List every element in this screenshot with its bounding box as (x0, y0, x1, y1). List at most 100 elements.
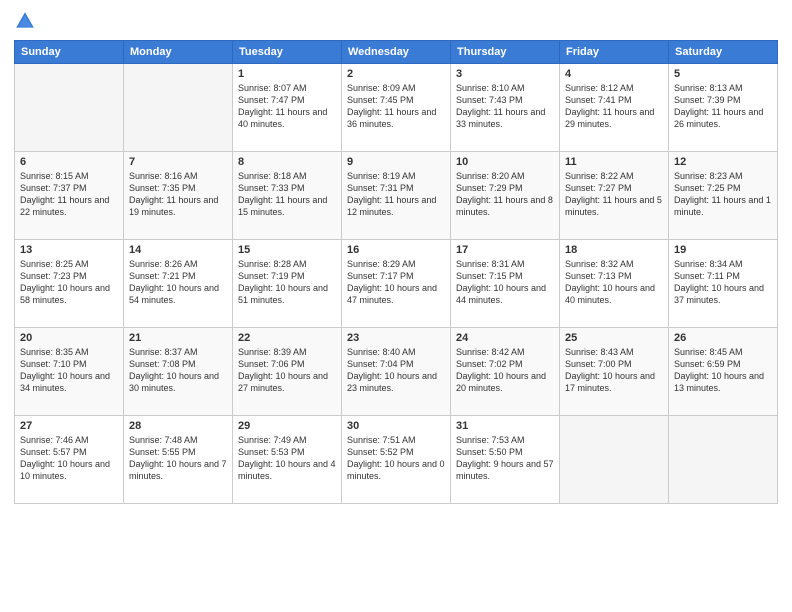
day-number: 7 (129, 156, 227, 168)
logo-icon (14, 10, 36, 32)
cell-info: Sunrise: 8:45 AMSunset: 6:59 PMDaylight:… (674, 346, 772, 395)
cell-info: Sunrise: 8:40 AMSunset: 7:04 PMDaylight:… (347, 346, 445, 395)
cell-info: Sunrise: 8:28 AMSunset: 7:19 PMDaylight:… (238, 258, 336, 307)
day-number: 31 (456, 420, 554, 432)
cell-info: Sunrise: 8:23 AMSunset: 7:25 PMDaylight:… (674, 170, 772, 219)
calendar-cell: 16 Sunrise: 8:29 AMSunset: 7:17 PMDayligh… (342, 240, 451, 328)
day-number: 26 (674, 332, 772, 344)
cell-info: Sunrise: 8:32 AMSunset: 7:13 PMDaylight:… (565, 258, 663, 307)
day-number: 12 (674, 156, 772, 168)
cell-info: Sunrise: 8:13 AMSunset: 7:39 PMDaylight:… (674, 82, 772, 131)
cell-info: Sunrise: 8:18 AMSunset: 7:33 PMDaylight:… (238, 170, 336, 219)
cell-info: Sunrise: 8:42 AMSunset: 7:02 PMDaylight:… (456, 346, 554, 395)
cell-info: Sunrise: 7:48 AMSunset: 5:55 PMDaylight:… (129, 434, 227, 483)
calendar-cell: 28 Sunrise: 7:48 AMSunset: 5:55 PMDayligh… (124, 416, 233, 504)
calendar-cell: 19 Sunrise: 8:34 AMSunset: 7:11 PMDayligh… (669, 240, 778, 328)
day-number: 16 (347, 244, 445, 256)
cell-info: Sunrise: 8:10 AMSunset: 7:43 PMDaylight:… (456, 82, 554, 131)
cell-info: Sunrise: 7:49 AMSunset: 5:53 PMDaylight:… (238, 434, 336, 483)
day-header-tuesday: Tuesday (233, 41, 342, 64)
day-header-sunday: Sunday (15, 41, 124, 64)
calendar-cell: 12 Sunrise: 8:23 AMSunset: 7:25 PMDayligh… (669, 152, 778, 240)
day-number: 19 (674, 244, 772, 256)
calendar-cell: 4Sunrise: 8:12 AMSunset: 7:41 PMDaylight… (560, 64, 669, 152)
week-row-1: 1 Sunrise: 8:07 AMSunset: 7:47 PMDaylight… (15, 64, 778, 152)
calendar-cell: 22 Sunrise: 8:39 AMSunset: 7:06 PMDayligh… (233, 328, 342, 416)
day-number: 21 (129, 332, 227, 344)
day-number: 14 (129, 244, 227, 256)
calendar-cell: 24 Sunrise: 8:42 AMSunset: 7:02 PMDayligh… (451, 328, 560, 416)
day-header-saturday: Saturday (669, 41, 778, 64)
cell-info: Sunrise: 8:09 AMSunset: 7:45 PMDaylight:… (347, 82, 445, 131)
day-number: 5 (674, 68, 772, 80)
day-number: 30 (347, 420, 445, 432)
day-number: 18 (565, 244, 663, 256)
calendar-cell: 6 Sunrise: 8:15 AMSunset: 7:37 PMDaylight… (15, 152, 124, 240)
cell-info: Sunrise: 7:46 AMSunset: 5:57 PMDaylight:… (20, 434, 118, 483)
calendar-cell (669, 416, 778, 504)
calendar-cell: 23 Sunrise: 8:40 AMSunset: 7:04 PMDayligh… (342, 328, 451, 416)
day-number: 17 (456, 244, 554, 256)
cell-info: Sunrise: 8:35 AMSunset: 7:10 PMDaylight:… (20, 346, 118, 395)
calendar-cell: 3 Sunrise: 8:10 AMSunset: 7:43 PMDaylight… (451, 64, 560, 152)
calendar-cell (560, 416, 669, 504)
calendar-cell: 10 Sunrise: 8:20 AMSunset: 7:29 PMDayligh… (451, 152, 560, 240)
header (14, 10, 778, 32)
day-number: 11 (565, 156, 663, 168)
cell-info: Sunrise: 8:20 AMSunset: 7:29 PMDaylight:… (456, 170, 554, 219)
cell-info: Sunrise: 8:43 AMSunset: 7:00 PMDaylight:… (565, 346, 663, 395)
day-number: 1 (238, 68, 336, 80)
day-number: 27 (20, 420, 118, 432)
calendar-cell: 25 Sunrise: 8:43 AMSunset: 7:00 PMDayligh… (560, 328, 669, 416)
calendar-cell: 29 Sunrise: 7:49 AMSunset: 5:53 PMDayligh… (233, 416, 342, 504)
calendar-cell: 8 Sunrise: 8:18 AMSunset: 7:33 PMDaylight… (233, 152, 342, 240)
day-number: 8 (238, 156, 336, 168)
day-number: 22 (238, 332, 336, 344)
day-number: 25 (565, 332, 663, 344)
day-number: 24 (456, 332, 554, 344)
calendar-cell: 30 Sunrise: 7:51 AMSunset: 5:52 PMDayligh… (342, 416, 451, 504)
day-number: 10 (456, 156, 554, 168)
calendar-cell: 14 Sunrise: 8:26 AMSunset: 7:21 PMDayligh… (124, 240, 233, 328)
cell-info: Sunrise: 8:16 AMSunset: 7:35 PMDaylight:… (129, 170, 227, 219)
day-number: 6 (20, 156, 118, 168)
calendar-cell: 1 Sunrise: 8:07 AMSunset: 7:47 PMDaylight… (233, 64, 342, 152)
week-row-5: 27 Sunrise: 7:46 AMSunset: 5:57 PMDayligh… (15, 416, 778, 504)
calendar-cell: 18 Sunrise: 8:32 AMSunset: 7:13 PMDayligh… (560, 240, 669, 328)
logo (14, 10, 39, 32)
calendar-cell: 15 Sunrise: 8:28 AMSunset: 7:19 PMDayligh… (233, 240, 342, 328)
day-number: 15 (238, 244, 336, 256)
week-row-2: 6 Sunrise: 8:15 AMSunset: 7:37 PMDaylight… (15, 152, 778, 240)
cell-info: Sunrise: 8:34 AMSunset: 7:11 PMDaylight:… (674, 258, 772, 307)
cell-info: Sunrise: 7:51 AMSunset: 5:52 PMDaylight:… (347, 434, 445, 483)
day-number: 3 (456, 68, 554, 80)
day-number: 20 (20, 332, 118, 344)
cell-info: Sunrise: 8:22 AMSunset: 7:27 PMDaylight:… (565, 170, 663, 219)
day-number: 28 (129, 420, 227, 432)
day-number: 29 (238, 420, 336, 432)
cell-info: Sunrise: 8:37 AMSunset: 7:08 PMDaylight:… (129, 346, 227, 395)
calendar-cell: 21 Sunrise: 8:37 AMSunset: 7:08 PMDayligh… (124, 328, 233, 416)
cell-info: Sunrise: 8:15 AMSunset: 7:37 PMDaylight:… (20, 170, 118, 219)
calendar-cell: 7 Sunrise: 8:16 AMSunset: 7:35 PMDaylight… (124, 152, 233, 240)
cell-info: Sunrise: 8:07 AMSunset: 7:47 PMDaylight:… (238, 82, 336, 131)
calendar-cell: 31 Sunrise: 7:53 AMSunset: 5:50 PMDayligh… (451, 416, 560, 504)
cell-info: Sunrise: 8:39 AMSunset: 7:06 PMDaylight:… (238, 346, 336, 395)
calendar-cell: 5 Sunrise: 8:13 AMSunset: 7:39 PMDaylight… (669, 64, 778, 152)
cell-info: Sunrise: 7:53 AMSunset: 5:50 PMDaylight:… (456, 434, 554, 483)
day-number: 4 (565, 68, 663, 80)
calendar-cell: 2Sunrise: 8:09 AMSunset: 7:45 PMDaylight… (342, 64, 451, 152)
day-header-friday: Friday (560, 41, 669, 64)
cell-info: Sunrise: 8:25 AMSunset: 7:23 PMDaylight:… (20, 258, 118, 307)
cell-info: Sunrise: 8:31 AMSunset: 7:15 PMDaylight:… (456, 258, 554, 307)
day-header-monday: Monday (124, 41, 233, 64)
calendar-cell (15, 64, 124, 152)
day-header-wednesday: Wednesday (342, 41, 451, 64)
days-header-row: SundayMondayTuesdayWednesdayThursdayFrid… (15, 41, 778, 64)
day-number: 23 (347, 332, 445, 344)
cell-info: Sunrise: 8:26 AMSunset: 7:21 PMDaylight:… (129, 258, 227, 307)
cell-info: Sunrise: 8:29 AMSunset: 7:17 PMDaylight:… (347, 258, 445, 307)
calendar-cell: 27 Sunrise: 7:46 AMSunset: 5:57 PMDayligh… (15, 416, 124, 504)
day-number: 13 (20, 244, 118, 256)
calendar-cell: 13 Sunrise: 8:25 AMSunset: 7:23 PMDayligh… (15, 240, 124, 328)
